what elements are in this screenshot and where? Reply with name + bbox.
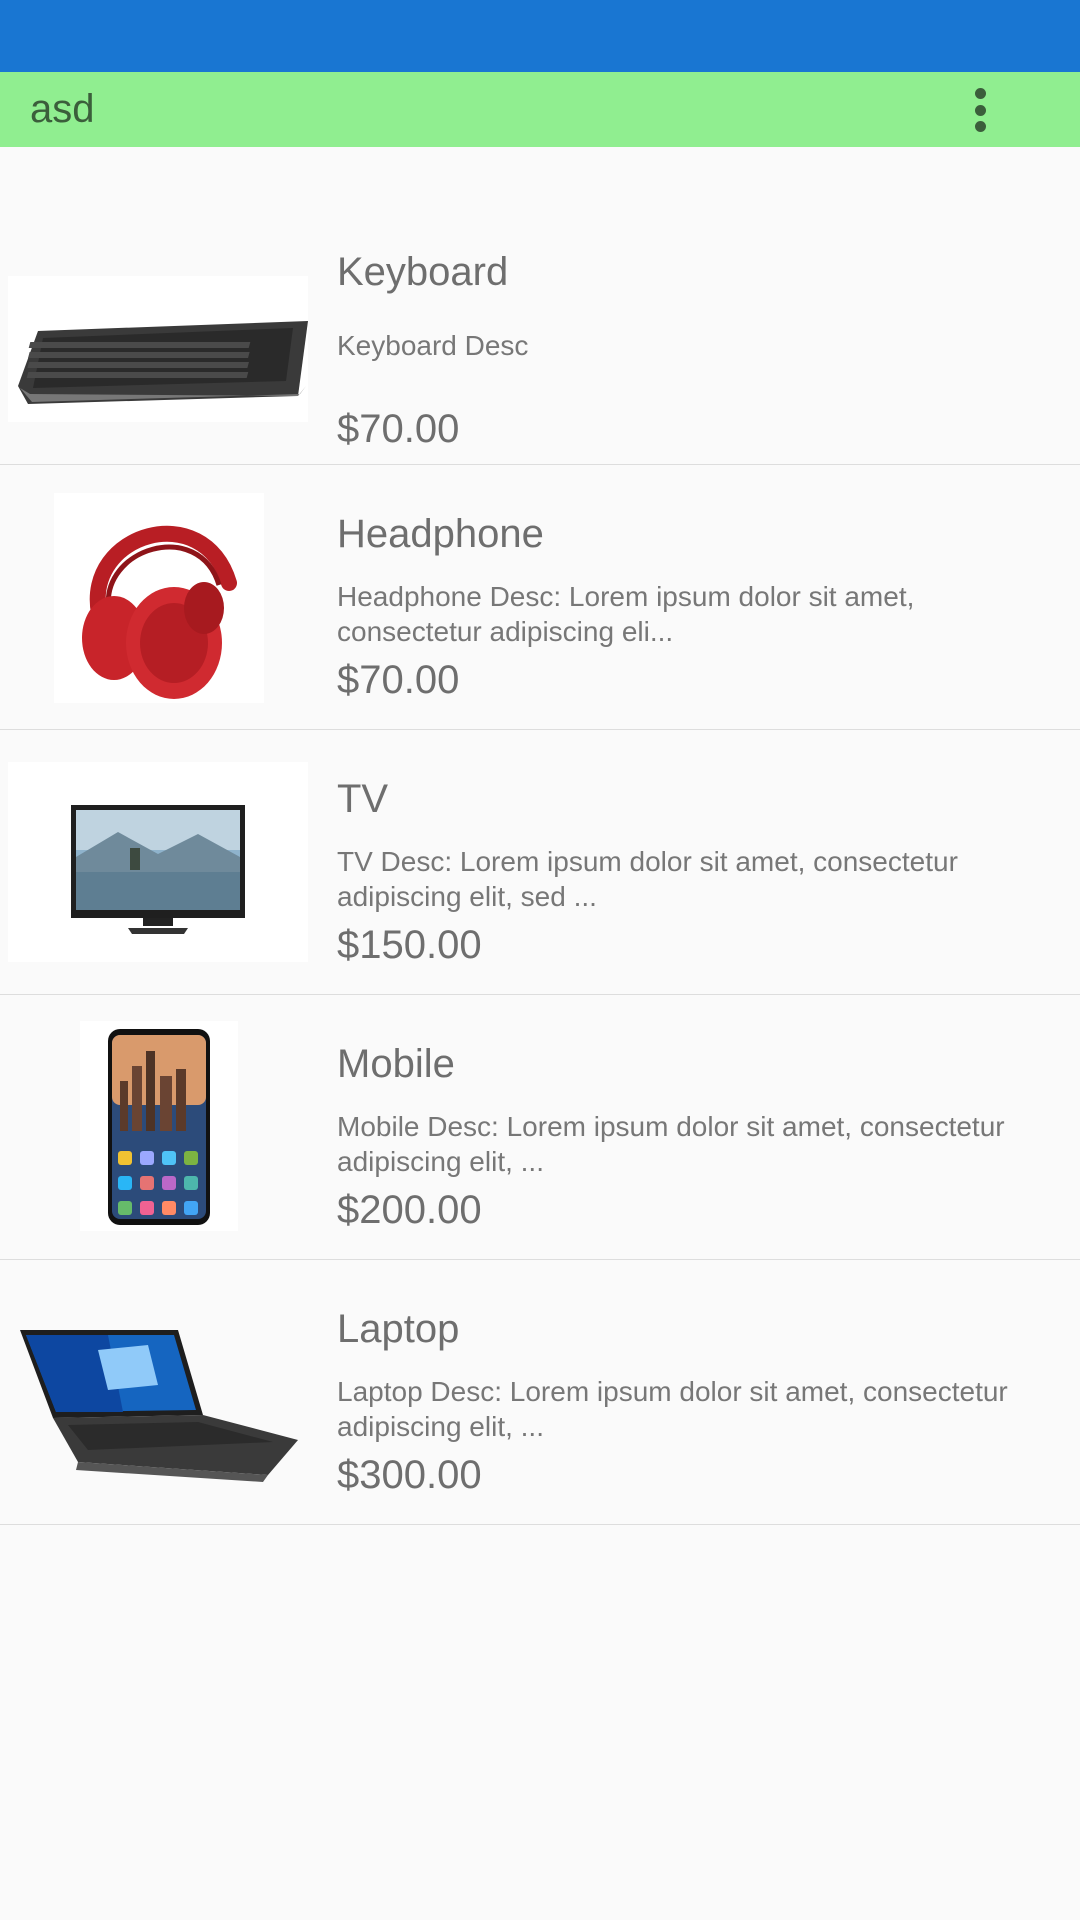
app-toolbar: asd bbox=[0, 72, 1080, 147]
product-item-tv[interactable]: TV TV Desc: Lorem ipsum dolor sit amet, … bbox=[0, 730, 1080, 995]
product-price: $70.00 bbox=[337, 407, 460, 451]
product-name: TV bbox=[337, 777, 389, 821]
product-item-headphone[interactable]: Headphone Headphone Desc: Lorem ipsum do… bbox=[0, 465, 1080, 730]
product-price: $200.00 bbox=[337, 1188, 482, 1232]
product-item-keyboard[interactable]: Keyboard Keyboard Desc $70.00 bbox=[0, 200, 1080, 465]
product-description: Mobile Desc: Lorem ipsum dolor sit amet,… bbox=[337, 1111, 1005, 1177]
toolbar-title: asd bbox=[30, 87, 95, 131]
product-name: Laptop bbox=[337, 1307, 460, 1351]
product-description: Headphone Desc: Lorem ipsum dolor sit am… bbox=[337, 581, 915, 647]
status-bar bbox=[0, 0, 1080, 72]
product-price: $300.00 bbox=[337, 1453, 482, 1497]
product-description: Keyboard Desc bbox=[337, 330, 529, 361]
laptop-image bbox=[8, 1290, 308, 1490]
product-price: $150.00 bbox=[337, 923, 482, 967]
headphone-image bbox=[54, 493, 264, 703]
product-price: $70.00 bbox=[337, 658, 460, 702]
product-item-laptop[interactable]: Laptop Laptop Desc: Lorem ipsum dolor si… bbox=[0, 1260, 1080, 1525]
product-name: Headphone bbox=[337, 512, 544, 556]
more-vert-icon[interactable] bbox=[968, 88, 992, 132]
mobile-image bbox=[80, 1021, 238, 1231]
product-list: Keyboard Keyboard Desc $70.00 Headphone … bbox=[0, 200, 1080, 1525]
product-name: Mobile bbox=[337, 1042, 455, 1086]
product-description: TV Desc: Lorem ipsum dolor sit amet, con… bbox=[337, 846, 958, 912]
product-description: Laptop Desc: Lorem ipsum dolor sit amet,… bbox=[337, 1376, 1008, 1442]
product-name: Keyboard bbox=[337, 250, 509, 294]
product-item-mobile[interactable]: Mobile Mobile Desc: Lorem ipsum dolor si… bbox=[0, 995, 1080, 1260]
keyboard-image bbox=[8, 276, 308, 422]
tv-image bbox=[8, 762, 308, 962]
